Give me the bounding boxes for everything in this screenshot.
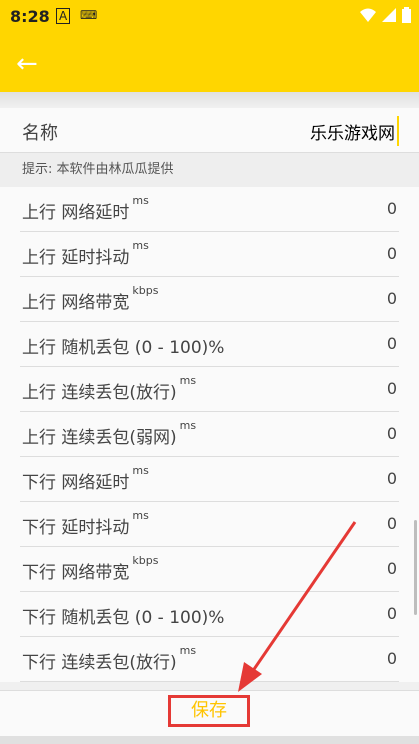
setting-label-text: 上行 连续丢包(弱网) — [22, 428, 177, 448]
setting-row[interactable]: 下行 网络延时ms 0 — [0, 457, 419, 502]
setting-unit: ms — [179, 644, 197, 657]
setting-label: 下行 连续丢包(放行)ms — [22, 644, 196, 673]
setting-label-text: 下行 网络带宽 — [22, 563, 130, 583]
setting-label: 上行 连续丢包(弱网)ms — [22, 419, 196, 448]
setting-value[interactable]: 0 — [387, 604, 397, 623]
wifi-icon — [360, 8, 376, 22]
setting-label-text: 上行 随机丢包 (0 - 100)% — [22, 338, 225, 358]
nav-bar — [0, 736, 419, 744]
setting-label-text: 下行 网络延时 — [22, 473, 130, 493]
setting-row[interactable]: 下行 延时抖动ms 0 — [0, 502, 419, 547]
status-time: 8:28 — [10, 7, 50, 26]
setting-label: 下行 延时抖动ms — [22, 509, 149, 538]
divider — [0, 92, 419, 108]
setting-value[interactable]: 0 — [387, 379, 397, 398]
setting-unit: ms — [132, 509, 149, 522]
setting-row[interactable]: 下行 随机丢包 (0 - 100)% 0 — [0, 592, 419, 637]
setting-value[interactable]: 0 — [387, 424, 397, 443]
setting-label-text: 下行 延时抖动 — [22, 518, 130, 538]
setting-label: 下行 网络延时ms — [22, 464, 149, 493]
setting-unit: ms — [179, 374, 197, 387]
status-right — [360, 7, 411, 23]
name-input[interactable] — [193, 116, 399, 146]
setting-row[interactable]: 上行 网络延时ms 0 — [0, 187, 419, 232]
save-button[interactable]: 保存 — [168, 695, 250, 727]
setting-row[interactable]: 上行 延时抖动ms 0 — [0, 232, 419, 277]
setting-value[interactable]: 0 — [387, 559, 397, 578]
setting-label-text: 上行 网络延时 — [22, 203, 130, 223]
setting-row[interactable]: 下行 连续丢包(放行)ms 0 — [0, 637, 419, 682]
setting-label-text: 下行 随机丢包 (0 - 100)% — [22, 608, 225, 628]
name-row: 名称 — [0, 108, 419, 153]
setting-row[interactable]: 下行 网络带宽kbps 0 — [0, 547, 419, 592]
battery-icon — [402, 7, 411, 23]
setting-unit: kbps — [132, 554, 159, 567]
name-label: 名称 — [22, 123, 58, 144]
setting-value[interactable]: 0 — [387, 469, 397, 488]
setting-label: 上行 网络带宽kbps — [22, 284, 158, 313]
setting-label: 上行 网络延时ms — [22, 194, 149, 223]
setting-label: 上行 延时抖动ms — [22, 239, 149, 268]
setting-label: 上行 随机丢包 (0 - 100)% — [22, 333, 224, 358]
setting-value[interactable]: 0 — [387, 334, 397, 353]
status-bar: 8:28 A ⌨ — [0, 0, 419, 34]
hint-text: 提示: 本软件由林瓜瓜提供 — [0, 153, 419, 187]
setting-unit: ms — [132, 464, 149, 477]
scrollbar[interactable] — [414, 520, 417, 615]
setting-unit: kbps — [132, 284, 159, 297]
setting-value[interactable]: 0 — [387, 514, 397, 533]
setting-row[interactable]: 上行 随机丢包 (0 - 100)% 0 — [0, 322, 419, 367]
setting-unit: ms — [179, 419, 197, 432]
app-bar: ← — [0, 34, 419, 92]
setting-value[interactable]: 0 — [387, 289, 397, 308]
setting-row[interactable]: 上行 连续丢包(放行)ms 0 — [0, 367, 419, 412]
setting-label-text: 下行 连续丢包(放行) — [22, 653, 177, 673]
setting-label-text: 上行 延时抖动 — [22, 248, 130, 268]
setting-label-text: 上行 网络带宽 — [22, 293, 130, 313]
setting-row[interactable]: 上行 连续丢包(弱网)ms 0 — [0, 412, 419, 457]
setting-value[interactable]: 0 — [387, 244, 397, 263]
setting-label: 下行 网络带宽kbps — [22, 554, 158, 583]
setting-unit: ms — [132, 194, 149, 207]
signal-icon — [382, 8, 396, 22]
setting-label: 下行 随机丢包 (0 - 100)% — [22, 603, 224, 628]
setting-row[interactable]: 上行 网络带宽kbps 0 — [0, 277, 419, 322]
back-arrow-icon[interactable]: ← — [16, 48, 48, 80]
setting-label: 上行 连续丢包(放行)ms — [22, 374, 196, 403]
settings-list: 上行 网络延时ms 0 上行 延时抖动ms 0 上行 网络带宽kbps 0 上行 随机丢包 … — [0, 187, 419, 682]
setting-label-text: 上行 连续丢包(放行) — [22, 383, 177, 403]
setting-value[interactable]: 0 — [387, 199, 397, 218]
keyboard-icon: ⌨ — [80, 8, 98, 22]
notification-icon: A — [56, 8, 71, 24]
setting-value[interactable]: 0 — [387, 649, 397, 668]
setting-unit: ms — [132, 239, 149, 252]
